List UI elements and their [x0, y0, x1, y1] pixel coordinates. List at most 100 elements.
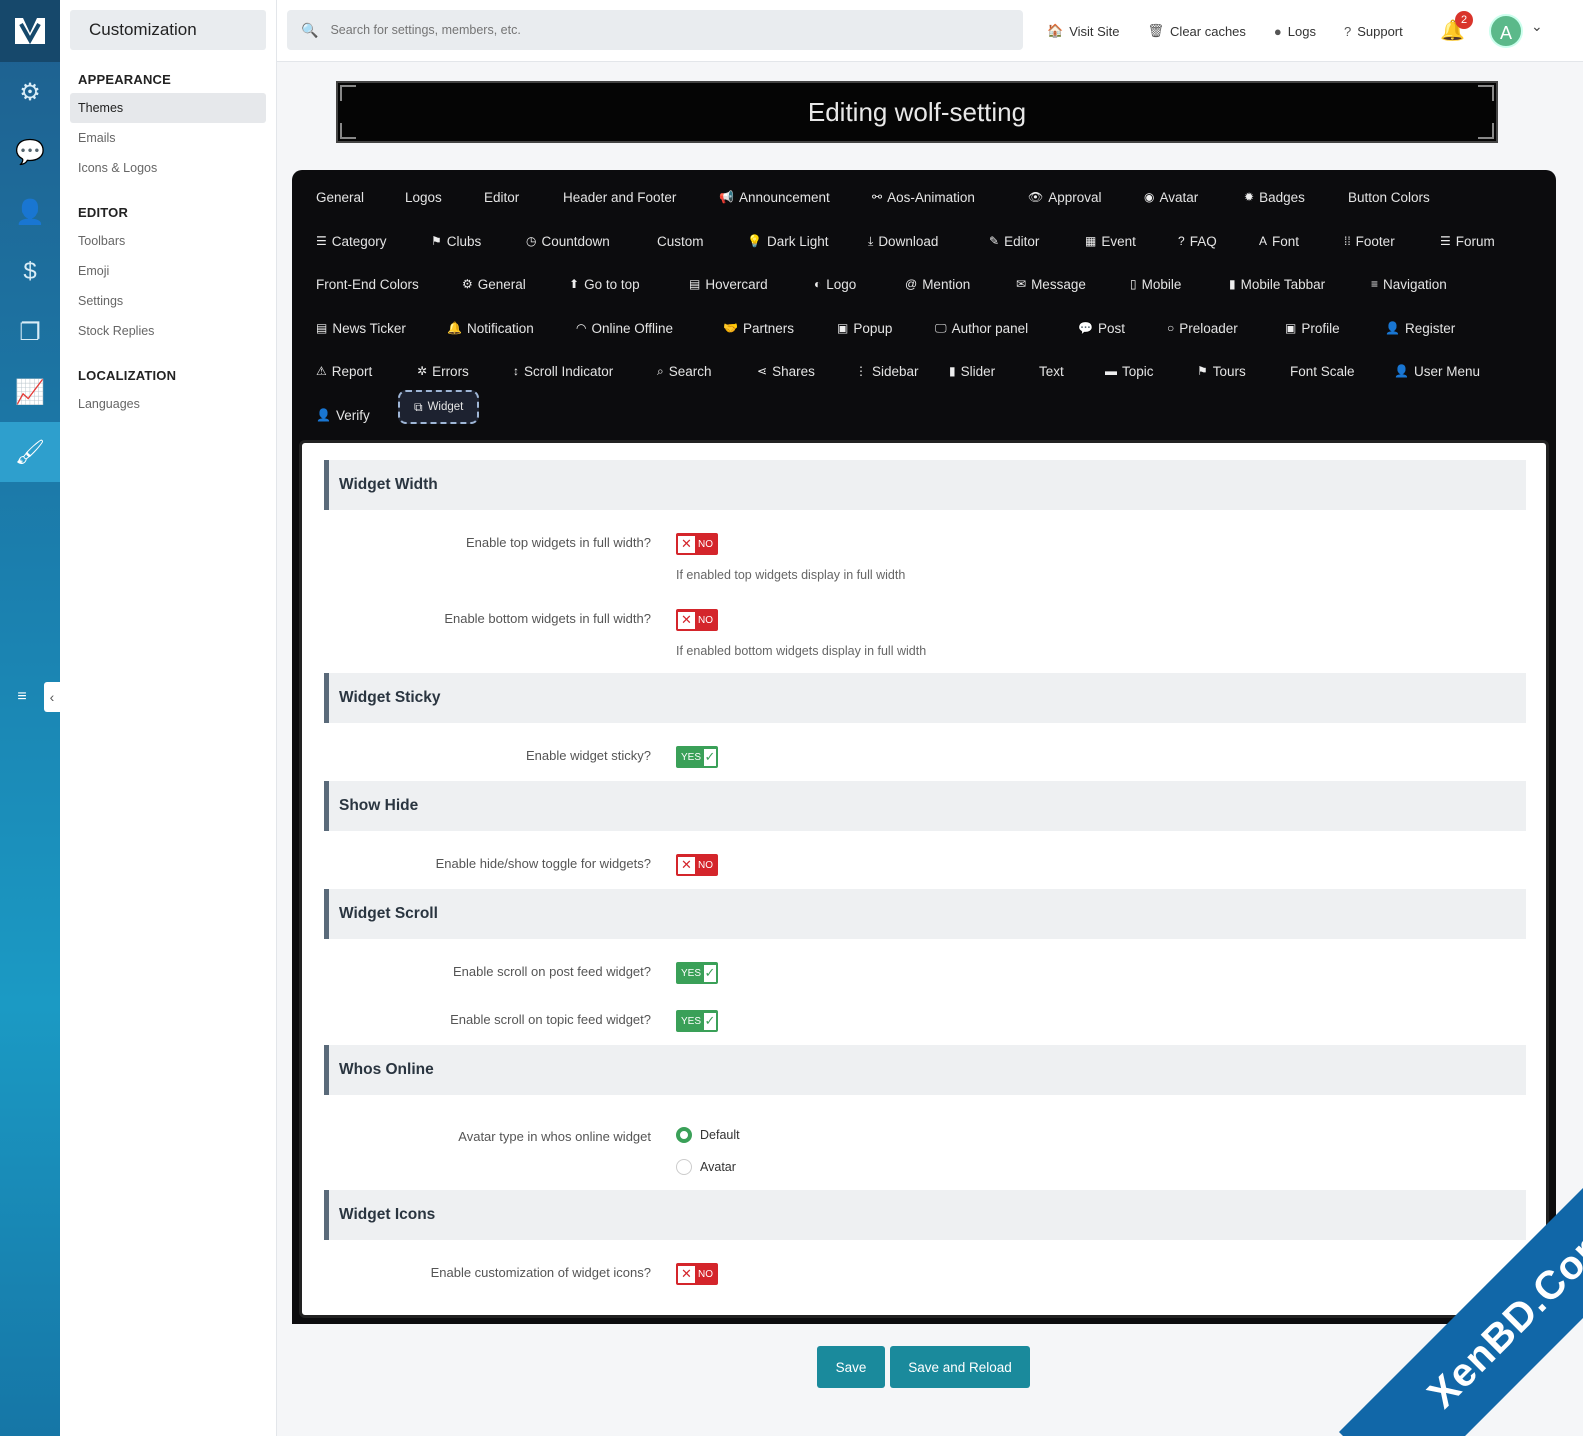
tab-profile[interactable]: ▣ Profile — [1285, 317, 1340, 339]
tab-tours[interactable]: ⚑ Tours — [1197, 360, 1246, 382]
tab-text[interactable]: Text — [1039, 360, 1064, 382]
tab-shares[interactable]: ⋖ Shares — [757, 360, 815, 382]
tab-search[interactable]: ⌕ Search — [657, 360, 712, 382]
tab-post[interactable]: 💬 Post — [1078, 317, 1125, 339]
nav-item-themes[interactable]: Themes — [70, 93, 266, 123]
tab-popup[interactable]: ▣ Popup — [837, 317, 892, 339]
tab-sidebar[interactable]: ⋮ Sidebar — [855, 360, 919, 382]
tab-verify[interactable]: 👤 Verify — [316, 404, 370, 426]
nav-item-icons-logos[interactable]: Icons & Logos — [70, 153, 266, 183]
tab-preloader[interactable]: ○ Preloader — [1167, 317, 1238, 339]
dollar-icon[interactable]: $ — [0, 242, 60, 302]
scroll-post-toggle[interactable]: YES ✓ — [676, 962, 718, 984]
tab-logo[interactable]: ◐ Logo — [814, 273, 856, 295]
tab-footer[interactable]: ⁞⁞ Footer — [1344, 230, 1395, 252]
tab-widget[interactable]: ⧉ Widget — [398, 390, 480, 424]
avatar-type-avatar[interactable]: Avatar — [676, 1159, 736, 1175]
tab-front-end-colors[interactable]: Front-End Colors — [316, 273, 419, 295]
tab-news-ticker[interactable]: ▤ News Ticker — [316, 317, 406, 339]
at-icon: @ — [905, 277, 918, 291]
tab-button-colors[interactable]: Button Colors — [1348, 186, 1430, 208]
save-and-reload-button[interactable]: Save and Reload — [890, 1346, 1030, 1388]
tab-register[interactable]: 👤 Register — [1385, 317, 1455, 339]
tab-dark-light[interactable]: 💡 Dark Light — [747, 230, 828, 252]
close-icon: ✕ — [678, 856, 695, 874]
tab-clubs[interactable]: ⚑ Clubs — [431, 230, 481, 252]
tab-general[interactable]: General — [316, 186, 364, 208]
chevron-down-icon[interactable]: ⌄ — [1531, 18, 1543, 35]
arrow-up-icon: ⬆ — [569, 277, 580, 291]
tab-editor-2[interactable]: ✎ Editor — [989, 230, 1039, 252]
tab-custom[interactable]: Custom — [657, 230, 704, 252]
widget-icons-toggle[interactable]: ✕ NO — [676, 1263, 718, 1285]
nav-item-settings[interactable]: Settings — [70, 286, 266, 316]
chevron-left-icon[interactable]: ‹ — [44, 682, 60, 712]
tab-event[interactable]: ▦ Event — [1085, 230, 1136, 252]
tab-report[interactable]: ⚠ Report — [316, 360, 372, 382]
user-icon[interactable]: 👤 — [0, 182, 60, 242]
support-link[interactable]: ? Support — [1344, 18, 1403, 44]
tab-navigation[interactable]: ≡ Navigation — [1371, 273, 1447, 295]
tab-general-2[interactable]: ⚙ General — [462, 273, 526, 295]
nav-item-emails[interactable]: Emails — [70, 123, 266, 153]
eye-icon: 👁 — [1028, 190, 1044, 204]
tab-topic[interactable]: ▬ Topic — [1105, 360, 1154, 382]
tab-badges[interactable]: ✹ Badges — [1244, 186, 1305, 208]
tab-announcement[interactable]: 📢 Announcement — [719, 186, 830, 208]
tab-online-offline[interactable]: ◠ Online Offline — [576, 317, 673, 339]
top-widgets-toggle[interactable]: ✕ NO — [676, 533, 718, 555]
tab-avatar[interactable]: ◉ Avatar — [1144, 186, 1198, 208]
tab-mention[interactable]: @ Mention — [905, 273, 970, 295]
tab-header-footer[interactable]: Header and Footer — [563, 186, 676, 208]
tab-font-scale[interactable]: Font Scale — [1290, 360, 1355, 382]
menu-icon[interactable]: ≡ — [0, 682, 44, 712]
tab-errors[interactable]: ✲ Errors — [417, 360, 469, 382]
bottom-widgets-toggle[interactable]: ✕ NO — [676, 609, 718, 631]
tab-user-menu[interactable]: 👤 User Menu — [1394, 360, 1480, 382]
visit-site-link[interactable]: 🏠 Visit Site — [1047, 18, 1120, 44]
tab-partners[interactable]: 🤝 Partners — [723, 317, 794, 339]
sidebar-toggle[interactable]: ≡ ‹ — [0, 682, 60, 712]
search-input[interactable] — [330, 23, 981, 37]
tab-message[interactable]: ✉ Message — [1016, 273, 1086, 295]
tab-mobile[interactable]: ▯ Mobile — [1130, 273, 1181, 295]
tab-slider[interactable]: ▮ Slider — [949, 360, 995, 382]
nav-item-toolbars[interactable]: Toolbars — [70, 226, 266, 256]
tab-aos-animation[interactable]: ⚯ Aos-Animation — [872, 186, 975, 208]
id-card-icon: ▣ — [1285, 321, 1297, 335]
tab-forum[interactable]: ☰ Forum — [1440, 230, 1495, 252]
tab-hovercard[interactable]: ▤ Hovercard — [689, 273, 768, 295]
tab-approval[interactable]: 👁 Approval — [1028, 186, 1102, 208]
avatar-type-default[interactable]: Default — [676, 1127, 740, 1143]
tab-go-to-top[interactable]: ⬆ Go to top — [569, 273, 640, 295]
copy-icon[interactable]: ❐ — [0, 302, 60, 362]
showhide-toggle[interactable]: ✕ NO — [676, 854, 718, 876]
save-button[interactable]: Save — [817, 1346, 885, 1388]
tab-download[interactable]: ⤓ Download — [868, 230, 938, 252]
logo-icon[interactable] — [0, 0, 60, 62]
avatar[interactable]: A — [1489, 14, 1523, 48]
tab-mobile-tabbar[interactable]: ▮ Mobile Tabbar — [1229, 273, 1325, 295]
tab-author-panel[interactable]: 🖵 Author panel — [935, 317, 1028, 339]
file-icon: ▮ — [949, 364, 956, 378]
scroll-topic-toggle[interactable]: YES ✓ — [676, 1010, 718, 1032]
nav-item-emoji[interactable]: Emoji — [70, 256, 266, 286]
tab-scroll-indicator[interactable]: ↕ Scroll Indicator — [513, 360, 613, 382]
tab-faq[interactable]: ? FAQ — [1178, 230, 1217, 252]
brush-icon[interactable]: 🖌 — [0, 422, 60, 482]
nav-title[interactable]: Customization — [70, 10, 266, 50]
tab-font[interactable]: A Font — [1259, 230, 1299, 252]
chart-icon[interactable]: 📈 — [0, 362, 60, 422]
tab-notification[interactable]: 🔔 Notification — [447, 317, 534, 339]
clear-caches-link[interactable]: 🗑 Clear caches — [1148, 18, 1246, 44]
tab-logos[interactable]: Logos — [405, 186, 442, 208]
chat-icon[interactable]: 💬 — [0, 122, 60, 182]
gear-icon[interactable]: ⚙ — [0, 62, 60, 122]
nav-item-stock-replies[interactable]: Stock Replies — [70, 316, 266, 346]
tab-editor[interactable]: Editor — [484, 186, 519, 208]
sticky-toggle[interactable]: YES ✓ — [676, 746, 718, 768]
logs-link[interactable]: ● Logs — [1274, 18, 1316, 44]
tab-category[interactable]: ☰ Category — [316, 230, 387, 252]
nav-item-languages[interactable]: Languages — [70, 389, 266, 419]
tab-countdown[interactable]: ◷ Countdown — [526, 230, 610, 252]
